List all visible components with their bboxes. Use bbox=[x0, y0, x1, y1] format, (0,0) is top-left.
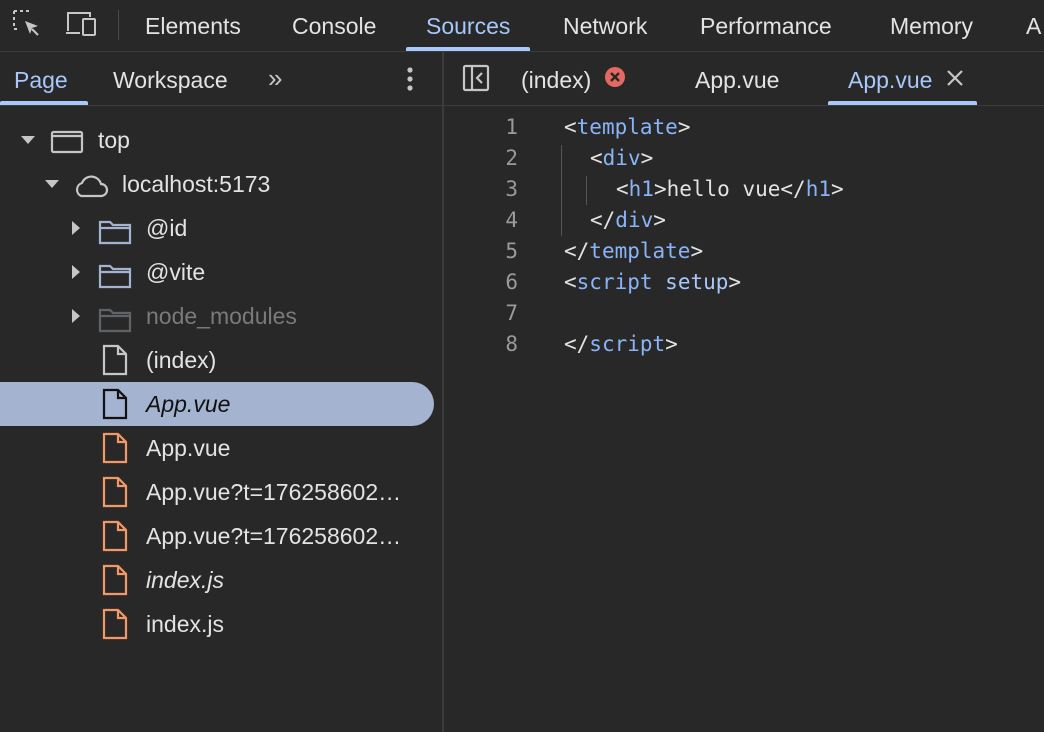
tree-label: App.vue?t=176258602… bbox=[146, 523, 402, 549]
tab-workspace[interactable]: Workspace bbox=[113, 52, 228, 105]
inspect-element-icon[interactable] bbox=[12, 9, 42, 44]
tree-label: @id bbox=[146, 215, 188, 241]
editor-tab-label: (index) bbox=[521, 67, 592, 93]
tab-application-truncated[interactable]: A bbox=[1026, 0, 1041, 51]
toolbar-divider bbox=[118, 10, 119, 40]
tab-console[interactable]: Console bbox=[292, 0, 376, 51]
code-line-4: </div> bbox=[590, 208, 666, 232]
tree-item-file-app-vue[interactable]: App.vue bbox=[0, 426, 434, 470]
tab-sources[interactable]: Sources bbox=[405, 0, 531, 51]
tree-item-file-app-vue-query-2[interactable]: App.vue?t=176258602… bbox=[0, 514, 434, 558]
tree-item-top[interactable]: top bbox=[0, 118, 434, 162]
tab-page[interactable]: Page bbox=[0, 52, 88, 105]
line-number: 3 bbox=[505, 177, 518, 201]
code-line-2: <div> bbox=[590, 146, 654, 170]
tree-item-file-app-vue-query-1[interactable]: App.vue?t=176258602… bbox=[0, 470, 434, 514]
code-tag: script bbox=[589, 332, 666, 356]
line-number: 4 bbox=[505, 208, 518, 232]
code-line-1: <template> bbox=[564, 115, 691, 139]
line-number: 8 bbox=[505, 332, 518, 356]
tree-item-folder-vite[interactable]: @vite bbox=[0, 250, 434, 294]
script-file-icon bbox=[102, 608, 128, 654]
devtools-top-tabbar: Elements Console Sources Network Perform… bbox=[0, 0, 1044, 52]
tree-label: App.vue bbox=[146, 391, 231, 417]
tree-label: App.vue?t=176258602… bbox=[146, 479, 402, 505]
code-attr: setup bbox=[665, 270, 729, 294]
editor-tab-label: App.vue bbox=[695, 67, 780, 93]
editor-tab-app-vue-2[interactable]: App.vue bbox=[828, 52, 977, 108]
navigator-tabbar: Page Workspace » bbox=[0, 52, 442, 106]
tree-item-localhost[interactable]: localhost:5173 bbox=[0, 162, 434, 206]
tree-item-file-index[interactable]: (index) bbox=[0, 338, 434, 382]
tab-network[interactable]: Network bbox=[563, 0, 647, 51]
tree-item-file-index-js-italic[interactable]: index.js bbox=[0, 558, 434, 602]
code-line-5: </template> bbox=[564, 239, 704, 263]
tree-item-folder-id[interactable]: @id bbox=[0, 206, 434, 250]
line-number: 7 bbox=[505, 301, 518, 325]
code-tag: div bbox=[602, 146, 641, 170]
tree-label: node_modules bbox=[146, 303, 297, 329]
tree-label: index.js bbox=[146, 611, 224, 637]
editor-tab-app-vue-1[interactable]: App.vue bbox=[695, 52, 779, 105]
more-options-icon[interactable] bbox=[402, 66, 418, 97]
more-tabs-chevron-icon[interactable]: » bbox=[268, 52, 282, 105]
code-line-8: </script> bbox=[564, 332, 678, 356]
tab-memory[interactable]: Memory bbox=[890, 0, 973, 51]
tree-item-file-index-js[interactable]: index.js bbox=[0, 602, 434, 646]
editor-tabbar: (index) App.vue App.vue bbox=[444, 52, 1044, 106]
close-icon[interactable] bbox=[945, 52, 965, 108]
tree-label: index.js bbox=[146, 567, 224, 593]
code-tag: h1 bbox=[805, 177, 831, 201]
line-number: 6 bbox=[505, 270, 518, 294]
device-toolbar-icon[interactable] bbox=[64, 9, 100, 44]
line-number: 1 bbox=[505, 115, 518, 139]
code-text: hello vue bbox=[666, 177, 781, 201]
indent-guide bbox=[586, 176, 587, 205]
tree-label: top bbox=[98, 127, 130, 153]
code-line-6: <script setup> bbox=[564, 270, 742, 294]
line-number: 5 bbox=[505, 239, 518, 263]
line-number: 2 bbox=[505, 146, 518, 170]
tree-label: localhost:5173 bbox=[122, 171, 271, 197]
tree-label: App.vue bbox=[146, 435, 231, 461]
tab-elements[interactable]: Elements bbox=[145, 0, 241, 51]
editor-tab-index[interactable]: (index) bbox=[521, 52, 626, 105]
code-line-3: <h1>hello vue</h1> bbox=[616, 177, 844, 201]
error-icon bbox=[604, 52, 626, 108]
tree-label: @vite bbox=[146, 259, 206, 285]
code-tag: div bbox=[615, 208, 654, 232]
code-tag: template bbox=[589, 239, 691, 263]
toggle-navigator-icon[interactable] bbox=[462, 64, 490, 97]
sources-navigator: Page Workspace » top localhost:5173 @id … bbox=[0, 52, 442, 732]
tab-performance[interactable]: Performance bbox=[700, 0, 832, 51]
code-tag: template bbox=[576, 115, 678, 139]
indent-guide bbox=[561, 145, 562, 236]
tree-item-file-app-vue-selected[interactable]: App.vue bbox=[0, 382, 434, 426]
tree-item-folder-node-modules[interactable]: node_modules bbox=[0, 294, 434, 338]
tree-label: (index) bbox=[146, 347, 217, 373]
code-tag: script bbox=[576, 270, 653, 294]
editor-tab-label: App.vue bbox=[848, 67, 933, 93]
code-tag: h1 bbox=[628, 177, 654, 201]
